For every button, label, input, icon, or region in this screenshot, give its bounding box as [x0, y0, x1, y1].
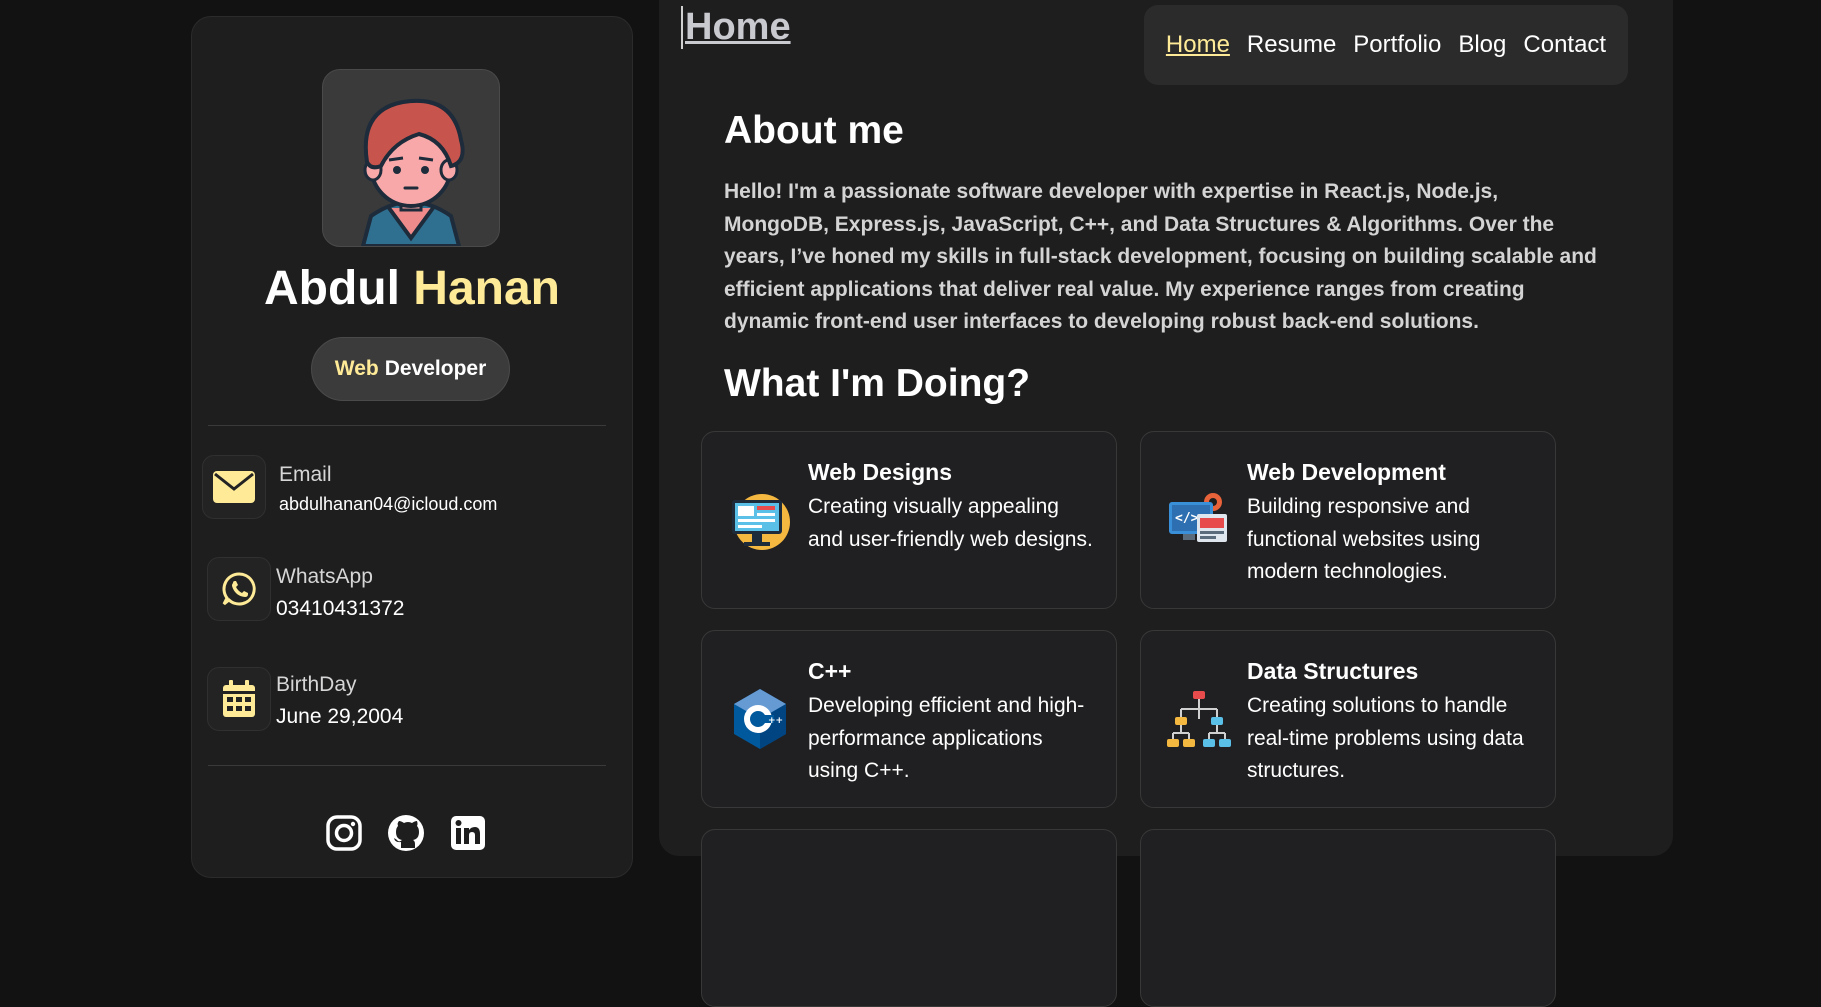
email-icon-box: [202, 455, 266, 519]
main-content: Home Home Resume Portfolio Blog Contact …: [659, 0, 1673, 1007]
divider: [208, 765, 606, 766]
whatsapp-icon: [222, 572, 256, 606]
role-badge-accent: Web: [334, 357, 379, 380]
service-card-web-development: </> Web Development Building responsive …: [1140, 431, 1556, 609]
nav-link-contact[interactable]: Contact: [1523, 31, 1606, 59]
linkedin-link[interactable]: [448, 813, 488, 853]
linkedin-icon: [451, 816, 485, 850]
whatsapp-value[interactable]: 03410431372: [276, 597, 404, 621]
service-title: Web Designs: [808, 459, 952, 485]
nav-link-home[interactable]: Home: [1166, 31, 1230, 59]
svg-text:++: ++: [768, 716, 783, 726]
calendar-icon: [223, 680, 255, 717]
profile-first-name: Abdul: [263, 262, 400, 315]
service-card-data-structures: Data Structures Creating solutions to ha…: [1140, 630, 1556, 808]
data-structures-icon: [1167, 691, 1231, 747]
service-card-web-designs: Web Designs Creating visually appealing …: [701, 431, 1117, 609]
whatsapp-icon-box: [207, 557, 271, 621]
about-heading: About me: [724, 109, 904, 152]
role-badge: Web Developer: [311, 337, 510, 401]
web-development-icon: </>: [1169, 493, 1227, 542]
avatar: [322, 69, 500, 247]
service-title: C++: [808, 658, 852, 684]
birthday-value: June 29,2004: [276, 705, 404, 728]
doing-heading: What I'm Doing?: [724, 362, 1031, 405]
role-badge-text: Developer: [384, 357, 487, 380]
page-title: Home: [681, 6, 791, 49]
instagram-link[interactable]: [324, 813, 364, 853]
web-design-icon: [732, 494, 790, 550]
service-title: Data Structures: [1247, 658, 1419, 684]
cpp-icon: ++: [734, 689, 786, 749]
service-text: Building responsive and functional websi…: [1247, 495, 1481, 583]
nav-link-resume[interactable]: Resume: [1247, 31, 1336, 59]
birthday-icon-box: [207, 667, 271, 731]
email-label: Email: [279, 463, 332, 486]
nav-link-blog[interactable]: Blog: [1458, 31, 1506, 59]
github-icon: [388, 815, 424, 851]
github-link[interactable]: [386, 813, 426, 853]
divider: [208, 425, 606, 426]
birthday-label: BirthDay: [276, 673, 357, 696]
nav-link-portfolio[interactable]: Portfolio: [1353, 31, 1441, 59]
service-text: Developing efficient and high-performanc…: [808, 694, 1085, 782]
about-text: Hello! I'm a passionate software develop…: [724, 180, 1597, 333]
service-card-cpp: ++ C++ Developing efficient and high-per…: [701, 630, 1117, 808]
service-title: Web Development: [1247, 459, 1446, 485]
navbar: Home Resume Portfolio Blog Contact: [1144, 5, 1628, 85]
profile-last-name: Hanan: [413, 262, 560, 315]
avatar-illustration-icon: [360, 98, 465, 246]
service-text: Creating solutions to handle real-time p…: [1247, 694, 1524, 782]
email-value[interactable]: abdulhanan04@icloud.com: [279, 494, 497, 515]
mail-icon: [213, 471, 255, 503]
sidebar: Abdul Hanan Web Developer Email abdulhan…: [191, 16, 633, 878]
instagram-icon: [326, 815, 362, 851]
profile-name: Abdul Hanan: [192, 261, 632, 316]
whatsapp-label: WhatsApp: [276, 565, 373, 588]
svg-text:</>: </>: [1175, 511, 1199, 526]
service-text: Creating visually appealing and user-fri…: [808, 495, 1093, 551]
